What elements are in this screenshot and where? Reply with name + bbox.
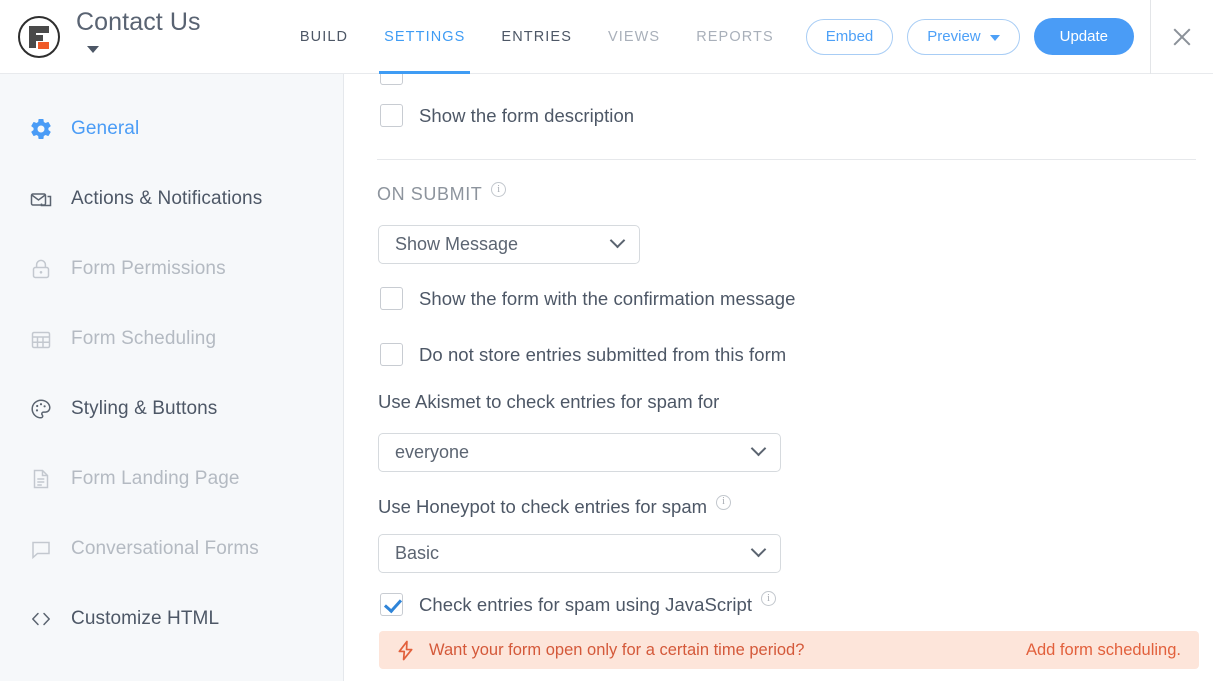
sidebar-item-general[interactable]: General [0,108,343,149]
scrolled-checkbox-partial [375,74,1183,88]
form-title-group[interactable]: Contact Us [76,8,202,66]
javascript-spam-label: Check entries for spam using JavaScript [419,593,753,615]
add-form-scheduling-link[interactable]: Add form scheduling. [1026,641,1181,660]
document-icon [28,466,54,492]
sidebar-item-label: Actions & Notifications [71,187,263,209]
tab-reports[interactable]: REPORTS [678,0,792,74]
chevron-down-icon [989,34,1000,41]
lock-icon [28,256,54,282]
page-title: Contact Us [76,7,201,36]
code-brackets-icon [28,606,54,632]
preview-button-label: Preview [927,28,981,45]
chevron-down-icon[interactable] [87,46,99,54]
section-divider [377,159,1196,160]
javascript-spam-checkbox[interactable] [380,593,403,616]
show-form-with-confirmation-checkbox[interactable] [380,287,403,310]
close-button[interactable] [1151,0,1213,74]
sidebar-item-actions-notifications[interactable]: Actions & Notifications [0,178,343,219]
tab-entries[interactable]: ENTRIES [483,0,590,74]
tab-views[interactable]: VIEWS [590,0,678,74]
palette-icon [28,396,54,422]
sidebar-item-conversational-forms[interactable]: Conversational Forms [0,528,343,569]
main-tabs: BUILD SETTINGS ENTRIES VIEWS REPORTS [282,0,792,74]
on-submit-heading-row: ON SUBMIT i [377,182,1183,205]
chat-bubble-icon [28,536,54,562]
tab-build[interactable]: BUILD [282,0,366,74]
sidebar-item-label: Conversational Forms [71,537,259,559]
chevron-down-icon [750,440,767,457]
gear-icon [28,116,54,142]
show-form-with-confirmation-row: Show the form with the confirmation mess… [375,287,1183,310]
do-not-store-entries-checkbox[interactable] [380,343,403,366]
sidebar-item-label: Form Scheduling [71,327,217,349]
header-actions: Embed Preview Update [792,0,1213,74]
settings-sidebar: General Actions & Notifications Form Per… [0,74,344,681]
settings-general-panel: Show the form description ON SUBMIT i Sh… [344,74,1213,681]
info-icon[interactable]: i [761,591,777,606]
honeypot-label: Use Honeypot to check entries for spam i [378,494,1183,518]
sidebar-item-styling-buttons[interactable]: Styling & Buttons [0,388,343,429]
sidebar-item-customize-html[interactable]: Customize HTML [0,598,343,639]
akismet-select-value: everyone [395,442,470,462]
on-submit-heading: ON SUBMIT [377,184,483,204]
honeypot-label-text: Use Honeypot to check entries for spam [378,496,708,517]
preview-button[interactable]: Preview [907,18,1020,55]
formidable-logo-icon [18,15,60,59]
sidebar-item-label: General [71,117,140,139]
akismet-label-text: Use Akismet to check entries for spam fo… [378,391,720,412]
sidebar-item-label: Styling & Buttons [71,397,218,419]
do-not-store-entries-label: Do not store entries submitted from this… [419,343,787,365]
form-scheduling-notice: Want your form open only for a certain t… [379,631,1199,669]
sidebar-item-label: Form Landing Page [71,467,240,489]
update-button[interactable]: Update [1033,18,1134,55]
sidebar-item-form-scheduling[interactable]: Form Scheduling [0,318,343,359]
on-submit-select-value: Show Message [395,234,519,254]
akismet-select[interactable]: everyone [378,433,781,472]
form-scheduling-notice-text: Want your form open only for a certain t… [429,640,805,659]
javascript-spam-row: Check entries for spam using JavaScript … [375,591,1183,616]
show-form-description-checkbox[interactable] [380,104,403,127]
embed-button[interactable]: Embed [805,18,894,55]
on-submit-select[interactable]: Show Message [378,225,640,264]
show-form-description-label: Show the form description [419,104,635,126]
mail-stack-icon [28,186,54,212]
chevron-down-icon [750,541,767,558]
honeypot-select-value: Basic [395,543,440,563]
sidebar-item-form-permissions[interactable]: Form Permissions [0,248,343,289]
app-header: Contact Us BUILD SETTINGS ENTRIES VIEWS … [0,0,1213,74]
show-form-description-row: Show the form description [375,104,1183,127]
do-not-store-entries-row: Do not store entries submitted from this… [375,343,1183,366]
sidebar-item-label: Form Permissions [71,257,226,279]
akismet-label: Use Akismet to check entries for spam fo… [378,391,1183,413]
lightning-bolt-icon [396,640,415,661]
info-icon[interactable]: i [491,182,507,197]
sidebar-item-form-landing-page[interactable]: Form Landing Page [0,458,343,499]
close-icon [1171,26,1193,48]
tab-settings[interactable]: SETTINGS [366,0,483,74]
calendar-icon [28,326,54,352]
honeypot-select[interactable]: Basic [378,534,781,573]
info-icon[interactable]: i [716,494,732,510]
show-form-with-confirmation-label: Show the form with the confirmation mess… [419,287,796,309]
sidebar-item-label: Customize HTML [71,607,220,629]
chevron-down-icon [609,232,626,249]
